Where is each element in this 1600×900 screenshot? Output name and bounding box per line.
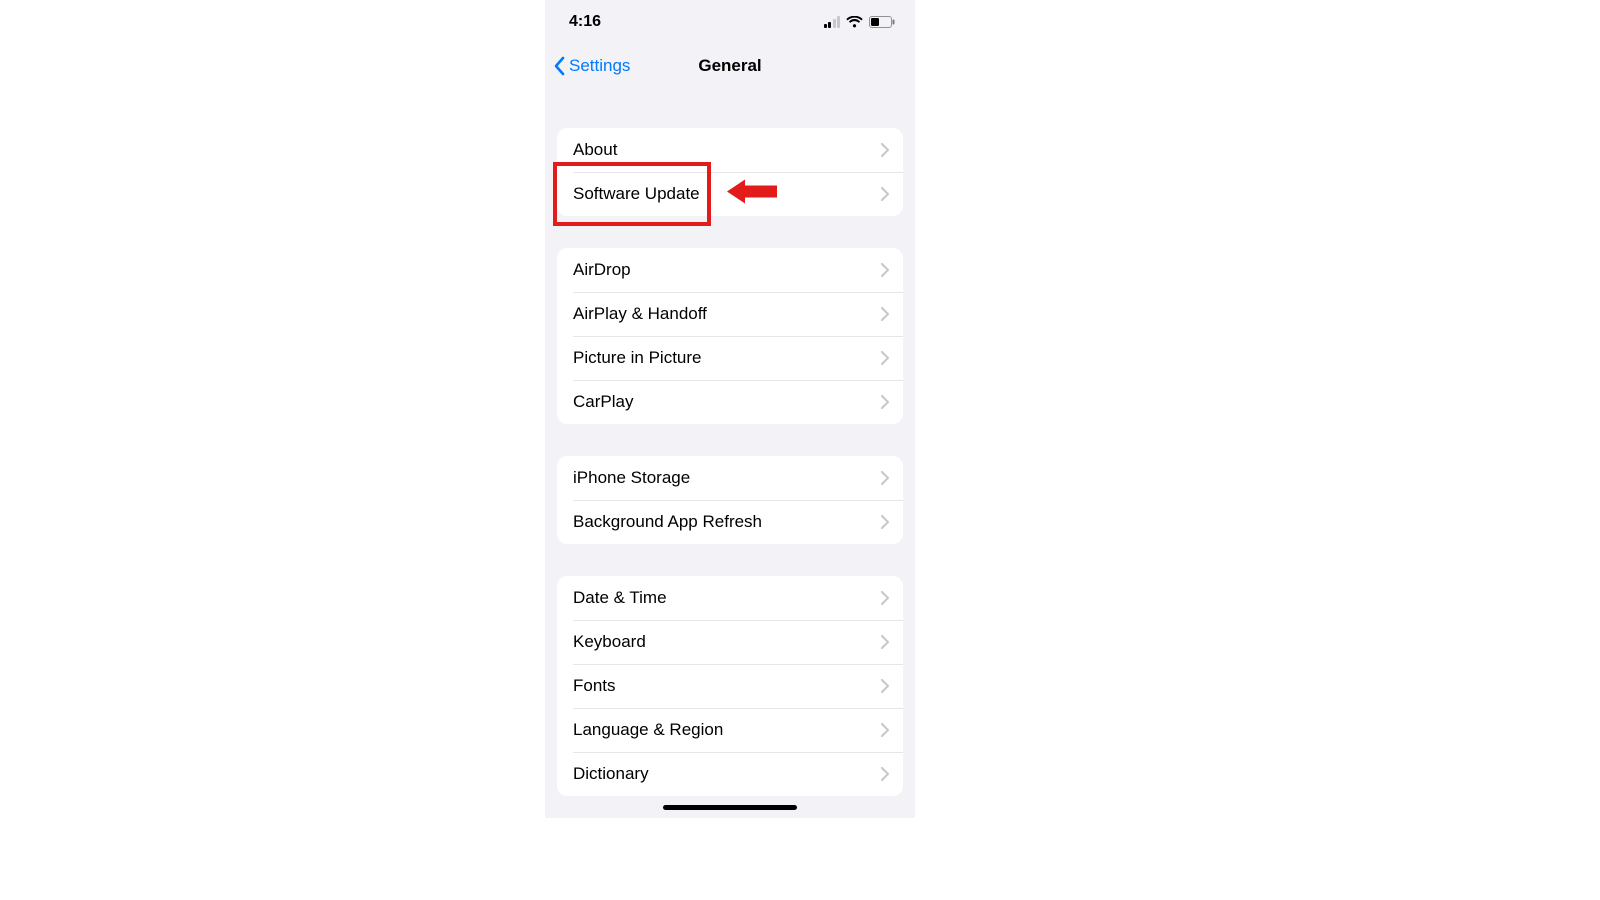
settings-group: About Software Update [557, 128, 903, 216]
settings-content: About Software Update AirD [545, 128, 915, 796]
row-label: About [573, 140, 617, 160]
row-label: Date & Time [573, 588, 667, 608]
row-label: AirPlay & Handoff [573, 304, 707, 324]
row-label: Software Update [573, 184, 700, 204]
chevron-right-icon [881, 635, 889, 649]
back-button[interactable]: Settings [545, 56, 630, 76]
chevron-right-icon [881, 767, 889, 781]
chevron-right-icon [881, 515, 889, 529]
row-background-app-refresh[interactable]: Background App Refresh [557, 500, 903, 544]
chevron-right-icon [881, 263, 889, 277]
stage: 4:16 Settings [0, 0, 1600, 900]
chevron-right-icon [881, 723, 889, 737]
row-language-region[interactable]: Language & Region [557, 708, 903, 752]
row-label: Picture in Picture [573, 348, 702, 368]
chevron-right-icon [881, 679, 889, 693]
chevron-right-icon [881, 471, 889, 485]
status-bar: 4:16 [545, 0, 915, 44]
row-airdrop[interactable]: AirDrop [557, 248, 903, 292]
row-label: AirDrop [573, 260, 631, 280]
row-label: Keyboard [573, 632, 646, 652]
row-airplay-handoff[interactable]: AirPlay & Handoff [557, 292, 903, 336]
row-date-time[interactable]: Date & Time [557, 576, 903, 620]
chevron-right-icon [881, 395, 889, 409]
chevron-left-icon [553, 56, 565, 76]
home-indicator [663, 805, 797, 810]
settings-group: AirDrop AirPlay & Handoff Picture in Pic… [557, 248, 903, 424]
battery-icon [869, 16, 895, 28]
chevron-right-icon [881, 143, 889, 157]
nav-bar: Settings General [545, 44, 915, 88]
row-picture-in-picture[interactable]: Picture in Picture [557, 336, 903, 380]
status-indicators [824, 16, 896, 28]
chevron-right-icon [881, 187, 889, 201]
row-label: Dictionary [573, 764, 649, 784]
row-software-update[interactable]: Software Update [557, 172, 903, 216]
cellular-icon [824, 16, 841, 28]
row-label: Fonts [573, 676, 616, 696]
phone-frame: 4:16 Settings [545, 0, 915, 818]
row-carplay[interactable]: CarPlay [557, 380, 903, 424]
settings-group: Date & Time Keyboard Fonts Language & Re… [557, 576, 903, 796]
row-label: CarPlay [573, 392, 633, 412]
row-fonts[interactable]: Fonts [557, 664, 903, 708]
chevron-right-icon [881, 351, 889, 365]
row-about[interactable]: About [557, 128, 903, 172]
row-label: Language & Region [573, 720, 723, 740]
wifi-icon [846, 16, 863, 28]
row-label: iPhone Storage [573, 468, 690, 488]
chevron-right-icon [881, 591, 889, 605]
row-label: Background App Refresh [573, 512, 762, 532]
chevron-right-icon [881, 307, 889, 321]
annotation-arrow-left-icon [727, 178, 777, 211]
back-label: Settings [569, 56, 630, 76]
settings-group: iPhone Storage Background App Refresh [557, 456, 903, 544]
row-iphone-storage[interactable]: iPhone Storage [557, 456, 903, 500]
row-dictionary[interactable]: Dictionary [557, 752, 903, 796]
row-keyboard[interactable]: Keyboard [557, 620, 903, 664]
status-time: 4:16 [569, 13, 601, 31]
